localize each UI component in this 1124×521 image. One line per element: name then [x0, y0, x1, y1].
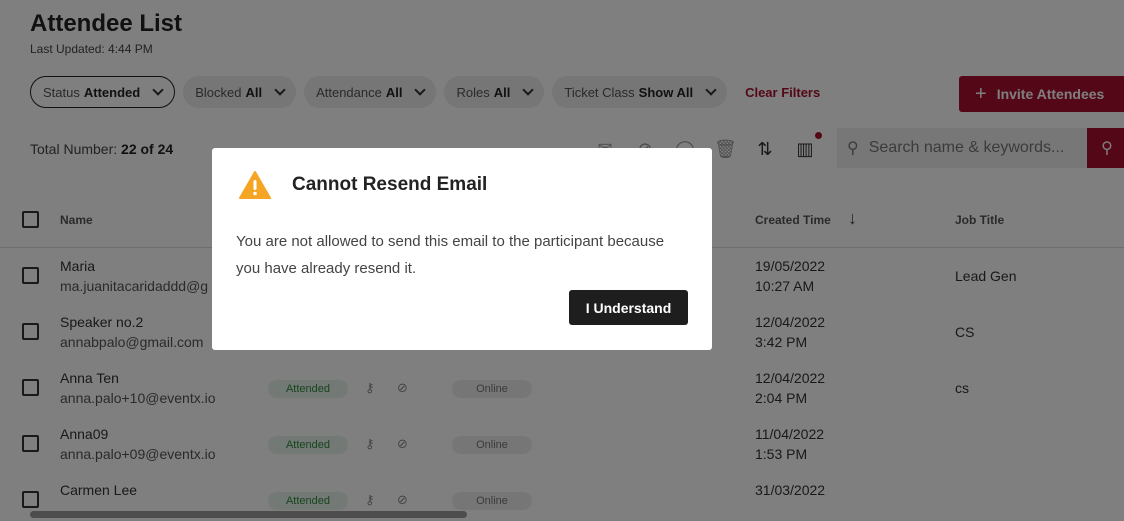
dialog-title: Cannot Resend Email: [292, 174, 488, 195]
i-understand-button[interactable]: I Understand: [569, 290, 688, 325]
dialog-message: You are not allowed to send this email t…: [236, 233, 665, 277]
warning-icon: [239, 171, 271, 199]
cannot-resend-dialog: Cannot Resend Email You are not allowed …: [212, 148, 712, 350]
